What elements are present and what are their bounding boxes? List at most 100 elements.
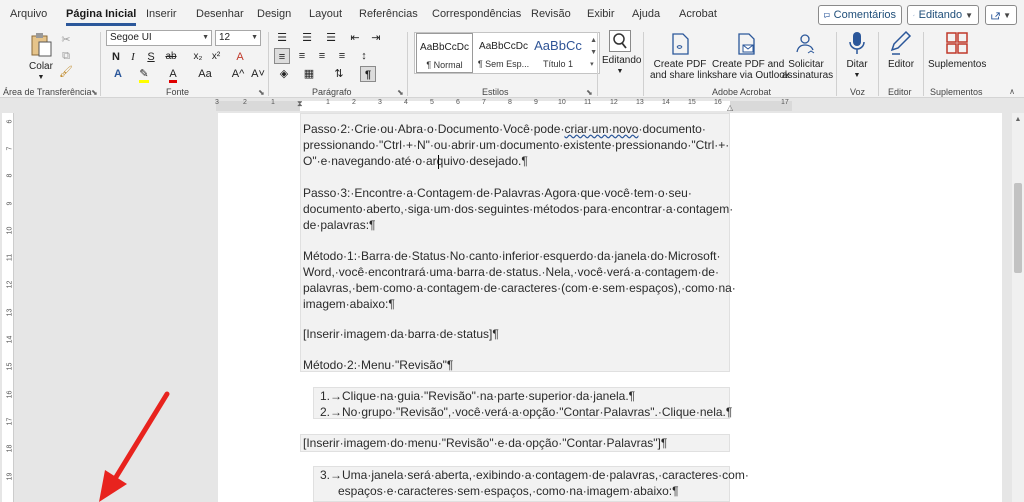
tab-exibir[interactable]: Exibir <box>587 8 615 20</box>
list-item[interactable]: 3.→Uma·janela·será·aberta,·exibindo·a·co… <box>320 468 749 482</box>
paste-button[interactable]: Colar ▼ <box>28 32 54 83</box>
bullets-icon[interactable]: ☰ <box>274 30 290 46</box>
text-effects-icon[interactable]: A <box>110 66 126 82</box>
search-icon <box>609 30 631 52</box>
grow-font-button[interactable]: A^ <box>229 66 247 82</box>
doc-line[interactable]: de·palavras:¶ <box>303 218 375 232</box>
comments-button[interactable]: Comentários <box>818 5 902 25</box>
editing-button[interactable]: Editando ▼ <box>602 30 641 77</box>
copy-icon[interactable]: ⧉ <box>58 48 74 64</box>
cut-icon[interactable]: ✂ <box>58 32 74 48</box>
doc-line[interactable]: Método·1:·Barra·de·Status·No·canto·infer… <box>303 249 721 263</box>
microphone-icon <box>849 32 865 54</box>
borders-icon[interactable]: ▦ <box>301 66 317 82</box>
tab-correspondencias[interactable]: Correspondências <box>432 8 521 20</box>
dialog-launcher-icon[interactable]: ⬊ <box>258 88 265 97</box>
align-right-icon[interactable]: ≡ <box>314 48 330 64</box>
superscript-button[interactable]: x² <box>208 49 224 65</box>
ruler-tick: 4 <box>404 99 408 106</box>
decrease-indent-icon[interactable]: ⇤ <box>347 30 363 46</box>
list-item[interactable]: 2.→No·grupo·"Revisão",·você·verá·a·opção… <box>320 405 732 419</box>
doc-line[interactable]: [Inserir·imagem·da·barra·de·status]¶ <box>303 327 499 341</box>
clear-formatting-button[interactable]: A <box>232 49 248 65</box>
style-normal[interactable]: AaBbCcDc ¶ Normal <box>416 33 473 73</box>
subscript-button[interactable]: x₂ <box>190 49 206 65</box>
scroll-thumb[interactable] <box>1014 183 1022 273</box>
dictate-button[interactable]: Ditar ▼ <box>842 30 872 81</box>
strikethrough-button[interactable]: ab <box>163 49 179 65</box>
justify-icon[interactable]: ≡ <box>334 48 350 64</box>
list-item[interactable]: 1.→Clique·na·guia·"Revisão"·na·parte·sup… <box>320 389 635 403</box>
format-painter-icon[interactable]: 🖌 <box>58 64 74 80</box>
doc-line[interactable]: Passo·2:·Crie·ou·Abra·o·Documento·Você·p… <box>303 122 706 136</box>
styles-scroll-icon[interactable]: ▲ ▼ ▾ <box>590 35 597 71</box>
doc-line[interactable]: Passo·3:·Encontre·a·Contagem·de·Palavras… <box>303 186 692 200</box>
increase-indent-icon[interactable]: ⇥ <box>368 30 384 46</box>
ribbon: Colar ▼ ✂ ⧉ 🖌 Área de Transferência ⬊ Se… <box>0 28 1024 98</box>
shading-icon[interactable]: ◈ <box>276 66 292 82</box>
editing-mode-button[interactable]: Editando ▼ <box>907 5 979 25</box>
dialog-launcher-icon[interactable]: ⬊ <box>586 88 593 97</box>
ruler-tick: 3 <box>215 99 219 106</box>
scroll-up-icon[interactable]: ▲ <box>1012 116 1024 126</box>
multilevel-list-icon[interactable]: ☰ <box>323 30 339 46</box>
vertical-scrollbar[interactable]: ▲ <box>1012 113 1024 502</box>
create-pdf-outlook-button[interactable]: Create PDF and share via Outlook <box>712 32 790 81</box>
tab-referencias[interactable]: Referências <box>359 8 418 20</box>
indent-marker-icon[interactable]: ⧗ <box>297 99 303 109</box>
change-case-button[interactable]: Aa <box>194 66 216 82</box>
doc-line[interactable]: imagem·abaixo:¶ <box>303 297 395 311</box>
share-button[interactable]: ▼ <box>985 5 1017 25</box>
sort-icon[interactable]: ⇅ <box>331 66 347 82</box>
tab-revisao[interactable]: Revisão <box>531 8 571 20</box>
right-indent-marker-icon[interactable]: △ <box>727 103 733 112</box>
doc-line[interactable]: pressionando·"Ctrl·+·N"·ou·abrir·um·docu… <box>303 138 729 152</box>
tab-arquivo[interactable]: Arquivo <box>10 8 47 20</box>
numbering-icon[interactable]: ☰ <box>299 30 315 46</box>
styles-group-label: Estilos <box>482 87 509 97</box>
line-spacing-icon[interactable]: ↕ <box>356 48 372 64</box>
paragraph-group-label: Parágrafo <box>312 87 352 97</box>
doc-line[interactable]: palavras,·bem·como·a·contagem·de·caracte… <box>303 281 736 295</box>
doc-line[interactable]: Método·2:·Menu·"Revisão"¶ <box>303 358 453 372</box>
addins-button[interactable]: Suplementos <box>928 30 986 70</box>
doc-line[interactable]: documento·aberto,·siga·um·dos·seguintes·… <box>303 202 733 216</box>
bold-button[interactable]: N <box>108 49 124 65</box>
font-name-combo[interactable]: Segoe UI ▼ <box>106 30 212 46</box>
doc-line[interactable]: Word,·você·encontrará·uma·barra·de·statu… <box>303 265 719 279</box>
doc-line[interactable]: [Inserir·imagem·do·menu·"Revisão"·e·da·o… <box>303 436 667 450</box>
dialog-launcher-icon[interactable]: ⬊ <box>91 88 98 97</box>
ruler-tick: 2 <box>352 99 356 106</box>
tab-layout[interactable]: Layout <box>309 8 342 20</box>
chevron-down-icon: ▼ <box>965 10 973 20</box>
italic-button[interactable]: I <box>125 49 141 65</box>
align-center-icon[interactable]: ≡ <box>294 48 310 64</box>
font-color-icon[interactable]: A <box>165 66 181 83</box>
tab-ajuda[interactable]: Ajuda <box>632 8 660 20</box>
show-marks-button[interactable]: ¶ <box>360 66 376 82</box>
create-pdf-share-link-button[interactable]: Create PDF and share link <box>650 32 712 81</box>
request-signatures-button[interactable]: Solicitar assinaturas <box>782 32 833 81</box>
vruler-tick: 11 <box>6 253 14 262</box>
vertical-ruler[interactable]: 6 7 8 9 10 11 12 13 14 15 16 17 18 19 <box>2 113 14 502</box>
doc-line[interactable]: O"·e·navegando·até·o·arquivo·desejado.¶ <box>303 154 528 168</box>
list-item[interactable]: espaços·e·caracteres·sem·espaços,·como·n… <box>338 484 679 498</box>
editor-button[interactable]: Editor <box>884 30 918 70</box>
tab-inserir[interactable]: Inserir <box>146 8 177 20</box>
style-heading-1[interactable]: AaBbCc Título 1 <box>533 33 583 73</box>
collapse-ribbon-icon[interactable]: ∧ <box>1004 84 1020 100</box>
dialog-launcher-icon[interactable]: ⬊ <box>397 88 404 97</box>
highlight-icon[interactable]: ✎ <box>136 66 152 83</box>
tab-acrobat[interactable]: Acrobat <box>679 8 717 20</box>
horizontal-ruler[interactable]: 3 2 1 1 2 3 4 5 6 7 8 9 10 11 12 13 14 1… <box>0 99 1024 113</box>
underline-button[interactable]: S <box>143 49 159 65</box>
tab-design[interactable]: Design <box>257 8 291 20</box>
create-pdf-label-1: Create PDF <box>653 59 707 70</box>
align-left-icon[interactable]: ≡ <box>274 48 290 64</box>
style-no-spacing[interactable]: AaBbCcDc ¶ Sem Esp... <box>475 33 532 73</box>
menu-bar: Arquivo Página Inicial Inserir Desenhar … <box>0 0 1024 28</box>
tab-desenhar[interactable]: Desenhar <box>196 8 244 20</box>
shrink-font-button[interactable]: A˅ <box>249 66 267 82</box>
font-size-combo[interactable]: 12 ▼ <box>215 30 261 46</box>
tab-pagina-inicial[interactable]: Página Inicial <box>66 8 137 26</box>
